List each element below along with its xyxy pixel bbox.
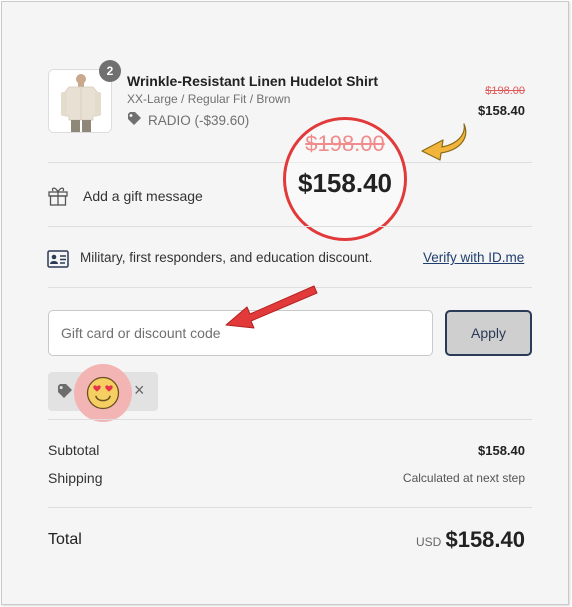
verify-idme-link[interactable]: Verify with ID.me <box>423 250 524 265</box>
product-discount-label: RADIO (-$39.60) <box>148 113 250 128</box>
id-card-icon <box>47 250 69 268</box>
currency-label: USD <box>416 535 442 549</box>
shipping-value: Calculated at next step <box>402 471 525 485</box>
product-original-price: $198.00 <box>485 85 525 97</box>
callout-price: $158.40 <box>298 168 392 198</box>
order-summary-panel: 2 Wrinkle-Resistant Linen Hudelot Shirt … <box>1 1 569 605</box>
total-label: Total <box>48 531 82 548</box>
divider <box>48 226 532 227</box>
total-value: $158.40 <box>445 527 525 552</box>
product-discount: RADIO (-$39.60) <box>127 112 249 129</box>
product-name: Wrinkle-Resistant Linen Hudelot Shirt <box>127 73 378 89</box>
red-arrow-icon <box>225 285 318 329</box>
divider <box>48 507 532 508</box>
divider <box>48 419 532 420</box>
quantity-badge: 2 <box>99 60 121 82</box>
product-price: $158.40 <box>478 103 525 118</box>
callout-original-price: $198.00 <box>305 131 385 156</box>
subtotal-label: Subtotal <box>48 442 100 458</box>
heart-eyes-emoji-icon <box>86 376 120 410</box>
yellow-arrow-icon <box>421 123 467 161</box>
gift-message-button[interactable]: Add a gift message <box>83 188 203 204</box>
gift-icon <box>48 187 68 206</box>
remove-code-button[interactable]: × <box>134 380 145 400</box>
tag-icon <box>58 384 72 398</box>
apply-button[interactable]: Apply <box>445 310 532 356</box>
military-discount-label: Military, first responders, and educatio… <box>80 250 373 265</box>
tag-icon <box>127 112 143 129</box>
subtotal-value: $158.40 <box>478 443 525 458</box>
product-variant: XX-Large / Regular Fit / Brown <box>127 92 291 106</box>
shipping-label: Shipping <box>48 470 103 486</box>
